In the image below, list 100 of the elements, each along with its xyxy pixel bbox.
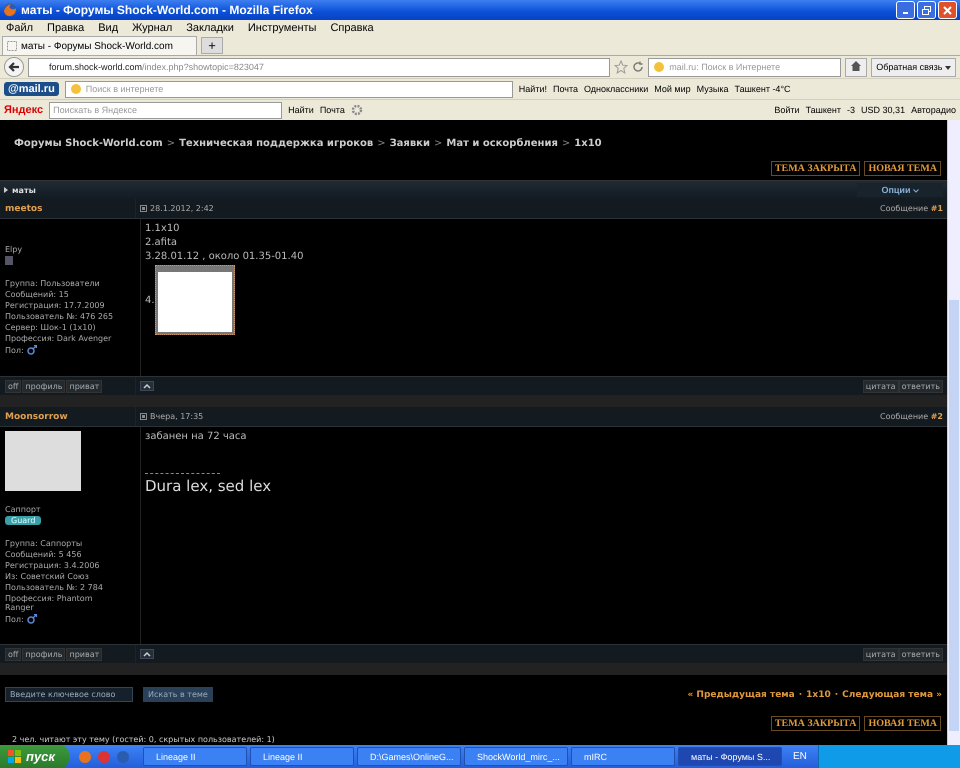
male-symbol-icon: [26, 345, 37, 355]
language-indicator[interactable]: EN: [785, 751, 815, 762]
browser-logo-icon: [3, 3, 17, 17]
topic-button[interactable]: НОВАЯ ТЕМА: [864, 716, 941, 731]
reload-icon[interactable]: [632, 61, 644, 73]
topic-button[interactable]: ТЕМА ЗАКРЫТА: [770, 716, 860, 731]
restore-button[interactable]: [917, 1, 936, 19]
chevron-down-icon: [913, 189, 919, 193]
taskbar-button[interactable]: Lineage II: [250, 747, 354, 766]
scroll-top-button[interactable]: [140, 381, 154, 391]
toolbar-link[interactable]: Музыка: [696, 84, 728, 94]
menu-item[interactable]: Закладки: [186, 22, 234, 34]
radio-link[interactable]: Авторадио: [911, 105, 956, 115]
member-info: Группа: Пользователи: [5, 279, 101, 288]
post-text: 4.: [145, 294, 155, 306]
toolbar-link[interactable]: Ташкент -4°C: [734, 84, 791, 94]
member-info: Пользователь №: 476 265: [5, 312, 114, 321]
breadcrumb-separator: >: [434, 138, 442, 149]
user-button[interactable]: off: [5, 648, 22, 660]
topic-button[interactable]: ТЕМА ЗАКРЫТА: [770, 161, 860, 176]
options-button[interactable]: Опции: [857, 183, 943, 197]
post-text: 1.1x10: [145, 223, 180, 234]
breadcrumb-link[interactable]: Мат и оскорбления: [446, 138, 558, 149]
breadcrumb-separator: >: [166, 138, 176, 149]
menu-item[interactable]: Правка: [47, 22, 84, 34]
settings-icon[interactable]: [350, 104, 363, 116]
user-button[interactable]: off: [5, 380, 22, 392]
post-date: Вчера, 17:35: [150, 412, 204, 421]
back-arrow-icon: [8, 61, 20, 73]
nav-link[interactable]: Следующая тема »: [842, 690, 942, 700]
find-button[interactable]: Найти!: [518, 84, 547, 94]
author-link[interactable]: meetos: [5, 204, 42, 214]
scrollbar[interactable]: [947, 120, 960, 745]
toolbar-link[interactable]: Почта: [320, 105, 345, 115]
taskbar-button[interactable]: Lineage II: [143, 747, 247, 766]
window-title: маты - Форумы Shock-World.com - Mozilla Firefox: [21, 3, 313, 17]
feedback-button[interactable]: Обратная связь: [871, 58, 956, 76]
member-info: Пользователь №: 2 784: [5, 583, 104, 592]
find-button[interactable]: Найти: [288, 105, 314, 115]
login-link[interactable]: Войти: [774, 105, 800, 115]
screenshot-thumbnail[interactable]: [154, 265, 235, 335]
start-button[interactable]: пуск: [0, 745, 69, 768]
toolbar-link[interactable]: Почта: [552, 84, 578, 94]
post-number[interactable]: Сообщение #2: [880, 412, 943, 421]
member-info: Сервер: Шок-1 (1x10): [5, 323, 97, 332]
house-icon: [850, 60, 862, 72]
breadcrumb-separator: >: [562, 138, 570, 149]
post-button[interactable]: цитата: [862, 380, 899, 392]
taskbar-button[interactable]: mIRC: [571, 747, 675, 766]
minimize-button[interactable]: [896, 1, 915, 19]
mailru-logo[interactable]: @mail.ru: [4, 82, 59, 96]
address-bar[interactable]: forum.shock-world.com/index.php?showtopic=823047: [28, 58, 610, 76]
user-button[interactable]: профиль: [22, 380, 66, 392]
restore-icon: [922, 6, 931, 14]
post-button[interactable]: ответить: [898, 648, 943, 660]
back-button[interactable]: [4, 57, 24, 77]
user-button[interactable]: приват: [66, 648, 102, 660]
menu-item[interactable]: Журнал: [132, 22, 172, 34]
menu-item[interactable]: Инструменты: [248, 22, 316, 34]
author-link[interactable]: Moonsorrow: [5, 412, 68, 422]
signature-text: Dura lex, sed lex: [145, 477, 272, 495]
post-button[interactable]: ответить: [898, 380, 943, 392]
nav-link[interactable]: « Предыдущая тема: [687, 690, 795, 700]
breadcrumb-link[interactable]: Заявки: [390, 138, 430, 149]
menu-item[interactable]: Файл: [6, 22, 34, 34]
scroll-top-button[interactable]: [140, 649, 154, 659]
taskbar-button[interactable]: ShockWorld_mirc_...: [464, 747, 568, 766]
star-icon[interactable]: [614, 60, 628, 74]
member-info: Регистрация: 17.7.2009: [5, 301, 106, 310]
menu-item[interactable]: Справка: [330, 22, 374, 34]
breadcrumb-link[interactable]: Техническая поддержка игроков: [179, 138, 374, 149]
post-text: 3.28.01.12 , около 01.35-01.40: [145, 251, 304, 262]
search-topic-button[interactable]: Искать в теме: [143, 687, 213, 702]
toolbar-link[interactable]: Одноклассники: [584, 84, 648, 94]
keyword-field[interactable]: Введите ключевое слово: [5, 687, 133, 702]
topic-button[interactable]: НОВАЯ ТЕМА: [864, 161, 941, 176]
rank-icon: [5, 256, 13, 265]
yandex-logo[interactable]: Яндекс: [4, 104, 44, 116]
taskbar-button[interactable]: D:\Games\OnlineG...: [357, 747, 461, 766]
post-number[interactable]: Сообщение #1: [880, 204, 943, 213]
new-tab-button[interactable]: +: [201, 37, 223, 54]
nav-separator: ·: [798, 690, 802, 700]
taskbar-button[interactable]: маты - Форумы S...: [678, 747, 782, 766]
member-title: Саппорт: [5, 505, 42, 514]
user-button[interactable]: приват: [66, 380, 102, 392]
breadcrumb-link[interactable]: Форумы Shock-World.com: [14, 138, 163, 149]
topic-link[interactable]: 1x10: [806, 690, 831, 700]
member-info: Профессия: Phantom Ranger: [5, 594, 94, 612]
page-icon: [7, 41, 17, 51]
member-info: Сообщений: 5 456: [5, 550, 83, 559]
breadcrumb-link[interactable]: 1x10: [574, 138, 602, 149]
close-button[interactable]: [938, 1, 957, 19]
user-button[interactable]: профиль: [22, 648, 66, 660]
toolbar-link[interactable]: Мой мир: [654, 84, 691, 94]
browser-tab[interactable]: маты - Форумы Shock-World.com: [2, 36, 197, 55]
home-button[interactable]: [845, 58, 868, 76]
city-label: Ташкент: [806, 105, 842, 115]
menu-item[interactable]: Вид: [98, 22, 118, 34]
post-button[interactable]: цитата: [862, 648, 899, 660]
nav-separator: ·: [834, 690, 838, 700]
